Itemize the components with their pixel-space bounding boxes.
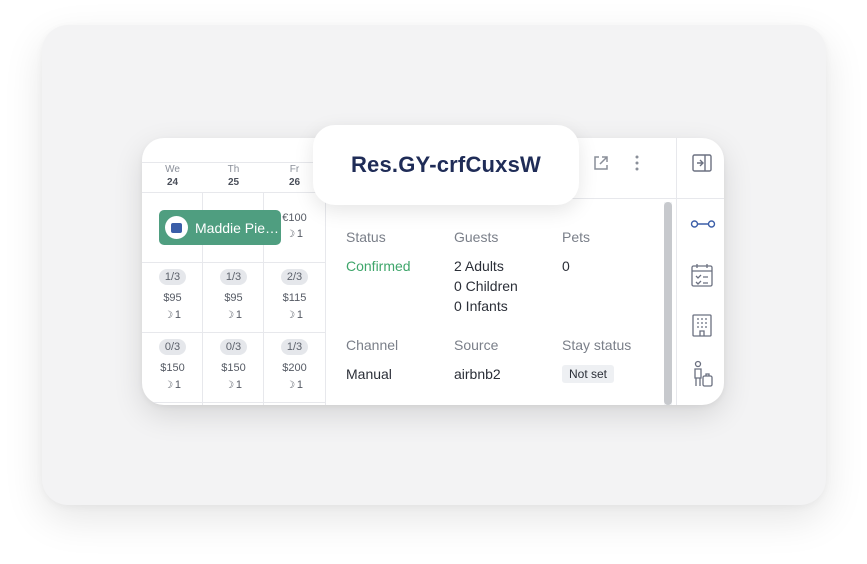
open-external-icon[interactable] <box>590 152 612 174</box>
occupancy-pill: 0/3 <box>219 339 248 355</box>
pets-label: Pets <box>562 229 591 245</box>
calendar-checklist-icon[interactable] <box>690 262 714 287</box>
occupancy-pill: 1/3 <box>280 339 309 355</box>
cell-price: $95 <box>163 292 182 304</box>
occupancy-pill: 1/3 <box>158 269 187 285</box>
grid-line <box>142 332 325 333</box>
calendar-grid: We 24 Th 25 Fr 26 €100 ☽ 1 Maddie Pie… 1/… <box>142 138 325 405</box>
guest-avatar <box>165 216 188 239</box>
occupancy-pill: 0/3 <box>158 339 187 355</box>
stay-status-badge[interactable]: Not set <box>562 365 615 383</box>
channel-icon <box>171 222 182 233</box>
stay-status-label: Stay status <box>562 337 632 353</box>
day-number: 25 <box>227 177 240 188</box>
status-value: Confirmed <box>346 258 411 274</box>
guests-children: 0 Children <box>454 278 518 294</box>
source-value: airbnb2 <box>454 366 501 382</box>
moon-icon: ☽ <box>285 380 295 391</box>
reservation-title: Res.GY-crfCuxsW <box>350 152 542 177</box>
moon-icon: ☽ <box>163 310 173 321</box>
grid-line <box>142 192 325 193</box>
calendar-cell[interactable]: 0/3 $150 ☽ 1 <box>203 339 264 393</box>
guests-adults: 2 Adults <box>454 258 504 274</box>
cell-nights: 1 <box>174 309 182 321</box>
sidebar-divider <box>677 198 724 199</box>
day-header-th: Th 25 <box>203 162 264 193</box>
moon-icon: ☽ <box>224 310 234 321</box>
guests-label: Guests <box>454 229 499 245</box>
building-icon[interactable] <box>690 312 714 337</box>
pets-value: 0 <box>562 258 570 274</box>
scrollbar-thumb[interactable] <box>664 202 672 405</box>
booking-guest-name: Maddie Pie… <box>195 219 280 236</box>
cell-price: $95 <box>224 292 243 304</box>
traveler-icon[interactable] <box>690 360 714 387</box>
grid-line <box>142 262 325 263</box>
cell-price: $150 <box>160 362 185 374</box>
moon-icon: ☽ <box>285 310 295 321</box>
booking-bar[interactable]: Maddie Pie… <box>159 210 281 245</box>
right-sidebar <box>676 138 724 405</box>
status-label: Status <box>346 229 386 245</box>
cell-nights: 1 <box>296 379 304 391</box>
timeline-icon[interactable] <box>690 212 716 236</box>
occupancy-pill: 1/3 <box>219 269 248 285</box>
moon-icon: ☽ <box>163 380 173 391</box>
occupancy-pill: 2/3 <box>280 269 309 285</box>
cell-nights: 1 <box>235 309 243 321</box>
collapse-panel-icon[interactable] <box>690 151 714 175</box>
moon-icon: ☽ <box>285 229 295 240</box>
calendar-cell[interactable]: 2/3 $115 ☽ 1 <box>264 269 325 323</box>
cell-price: $150 <box>221 362 246 374</box>
guests-infants: 0 Infants <box>454 298 508 314</box>
cell-nights: 1 <box>235 379 243 391</box>
cell-nights: 1 <box>174 379 182 391</box>
channel-value: Manual <box>346 366 392 382</box>
day-of-week: Th <box>227 164 240 175</box>
more-vertical-icon[interactable] <box>626 152 648 174</box>
day-number: 24 <box>166 177 179 188</box>
cell-price: $115 <box>282 292 307 304</box>
calendar-cell[interactable]: 0/3 $150 ☽ 1 <box>142 339 203 393</box>
cell-price: $200 <box>282 362 307 374</box>
grid-line <box>142 402 325 403</box>
calendar-cell[interactable]: 1/3 $95 ☽ 1 <box>142 269 203 323</box>
reservation-title-chip: Res.GY-crfCuxsW <box>313 125 579 205</box>
cell-nights: 1 <box>296 228 304 240</box>
calendar-cell[interactable]: 1/3 $95 ☽ 1 <box>203 269 264 323</box>
channel-label: Channel <box>346 337 399 353</box>
cell-nights: 1 <box>296 309 304 321</box>
calendar-cell[interactable]: 1/3 $200 ☽ 1 <box>264 339 325 393</box>
day-header-we: We 24 <box>142 162 203 193</box>
source-label: Source <box>454 337 499 353</box>
day-of-week: We <box>165 164 180 175</box>
moon-icon: ☽ <box>224 380 234 391</box>
